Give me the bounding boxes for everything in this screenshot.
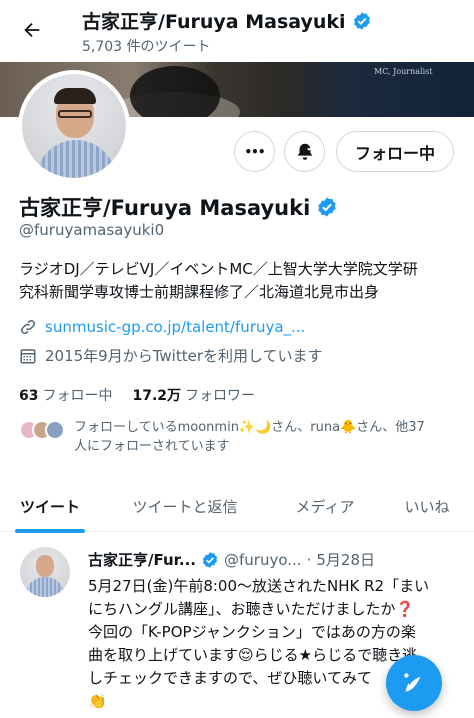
followers-label: フォロワー (185, 388, 256, 404)
tab-tweets[interactable]: ツイート (0, 480, 100, 533)
tweet-author-name[interactable]: 古家正亨/Fur... (88, 549, 196, 570)
followers-you-know-text: フォローしているmoonmin✨🌙さん、runa🐥さん、他37 人にフォローされ… (66, 418, 425, 456)
profile-handle: @furuyamasayuki0 (19, 221, 165, 239)
tab-media[interactable]: メディア (270, 480, 380, 532)
bell-notification-icon (297, 143, 313, 160)
tab-label: ツイートと返信 (132, 497, 238, 516)
bio-line: ラジオDJ／テレビVJ／イベントMC／上智大学大学院文学研 (19, 260, 418, 278)
profile-joined-row: 2015年9月からTwitterを利用しています (19, 345, 323, 366)
tweet-header: 古家正亨/Fur... @furuyo... · 5月28日 (88, 549, 375, 570)
tab-label: ツイート (19, 497, 80, 516)
header-title-text: 古家正亨/Furuya Masayuki (82, 11, 346, 33)
tweet-avatar-face (36, 555, 54, 577)
tweet-count: 5,703 件のツイート (82, 39, 211, 55)
avatar-shirt (36, 140, 116, 178)
followers-you-know[interactable]: フォローしているmoonmin✨🌙さん、runa🐥さん、他37 人にフォローされ… (19, 418, 464, 456)
avatar-hair (54, 88, 96, 104)
verified-badge-icon (353, 11, 370, 30)
following-label: フォロー中 (42, 388, 113, 404)
profile-stats: 63 フォロー中 17.2万 フォロワー (19, 385, 255, 405)
top-bar: 古家正亨/Furuya Masayuki 5,703 件のツイート (0, 0, 474, 62)
tweet-separator: · (306, 550, 312, 569)
banner-caption: MC, Journalist (374, 67, 433, 76)
notification-button[interactable] (284, 131, 325, 172)
tab-likes[interactable]: いいね (380, 480, 474, 532)
compose-tweet-icon (404, 673, 421, 692)
profile-tabs: ツイート ツイートと返信 メディア いいね (0, 480, 474, 533)
calendar-icon (20, 348, 36, 363)
followers-stat[interactable]: 17.2万 フォロワー (132, 385, 255, 405)
tweet-avatar-shirt (26, 577, 64, 597)
banner-coffee-cup (130, 66, 220, 117)
compose-tweet-button[interactable] (386, 655, 442, 711)
followers-count: 17.2万 (132, 388, 182, 404)
tweet-avatar[interactable] (20, 547, 70, 597)
tweet-line: にちハングル講座」、お聴きいただけましたか❓ (88, 600, 415, 618)
tab-tweets-and-replies[interactable]: ツイートと返信 (100, 480, 270, 532)
profile-name-text: 古家正亨/Furuya Masayuki (19, 196, 311, 220)
verified-badge-icon (202, 551, 218, 568)
header-title: 古家正亨/Furuya Masayuki (82, 7, 372, 34)
more-icon: ••• (244, 144, 265, 159)
tweet-author-handle[interactable]: @furuyo... (224, 551, 302, 569)
link-icon (20, 319, 36, 335)
known-avatar (45, 420, 65, 440)
following-button[interactable]: フォロー中 (336, 131, 454, 172)
tab-label: メディア (295, 497, 355, 516)
verified-badge-icon (318, 197, 337, 217)
profile-website-link[interactable]: sunmusic-gp.co.jp/talent/furuya_... (45, 318, 305, 336)
profile-bio: ラジオDJ／テレビVJ／イベントMC／上智大学大学院文学研 究科新聞学専攻博士前… (19, 258, 464, 304)
joined-date: 2015年9月からTwitterを利用しています (45, 347, 323, 365)
known-avatars (19, 420, 65, 456)
more-button[interactable]: ••• (234, 131, 275, 172)
avatar-photo (22, 74, 126, 178)
avatar-glasses (58, 110, 92, 118)
back-arrow-icon (24, 22, 40, 38)
bio-line: 究科新聞学専攻博士前期課程修了／北海道北見市出身 (19, 283, 380, 301)
profile-name: 古家正亨/Furuya Masayuki (19, 192, 338, 222)
profile-avatar[interactable] (18, 70, 130, 182)
profile-link-row: sunmusic-gp.co.jp/talent/furuya_... (19, 318, 305, 336)
tweet-line: 今回の「K-POPジャンクション」ではあの方の楽 (88, 623, 416, 641)
following-count: 63 (19, 388, 39, 404)
back-button[interactable] (16, 14, 48, 46)
tab-label: いいね (404, 497, 450, 516)
tweet-line: 5月27日(金)午前8:00〜放送されたNHK R2「まい (88, 577, 430, 595)
known-line: 人にフォローされています (74, 439, 230, 454)
tweet-date[interactable]: 5月28日 (316, 549, 375, 570)
following-stat[interactable]: 63 フォロー中 (19, 385, 112, 405)
known-line: フォローしているmoonmin✨🌙さん、runa🐥さん、他37 (74, 420, 425, 435)
